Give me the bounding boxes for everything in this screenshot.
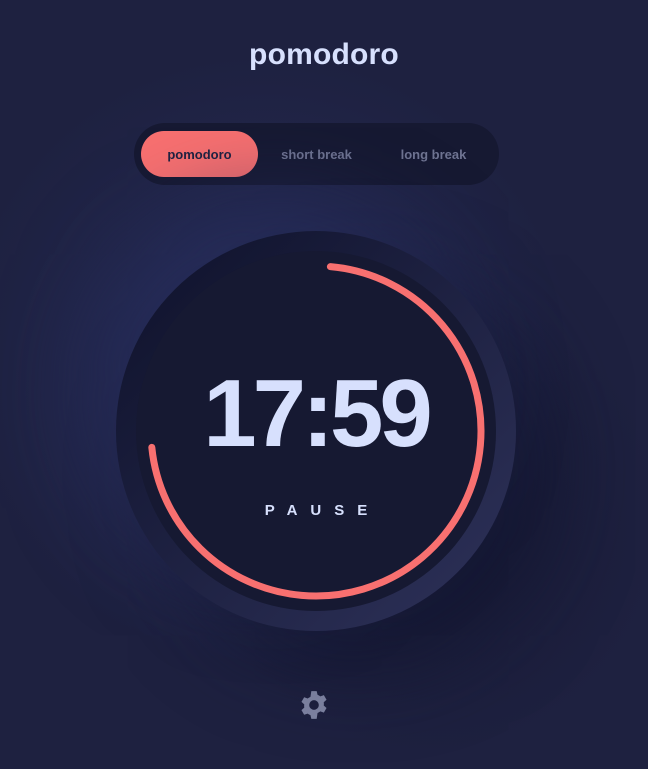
- time-display: 17:59: [203, 360, 433, 467]
- settings-button[interactable]: [298, 689, 330, 721]
- tab-long-break[interactable]: long break: [375, 131, 492, 177]
- pause-button[interactable]: PAUSE: [136, 502, 496, 519]
- app-title: pomodoro: [249, 38, 399, 71]
- tab-pomodoro[interactable]: pomodoro: [141, 131, 258, 177]
- tab-short-break[interactable]: short break: [258, 131, 375, 177]
- gear-icon: [301, 691, 327, 719]
- mode-selector: pomodoro short break long break: [134, 123, 499, 185]
